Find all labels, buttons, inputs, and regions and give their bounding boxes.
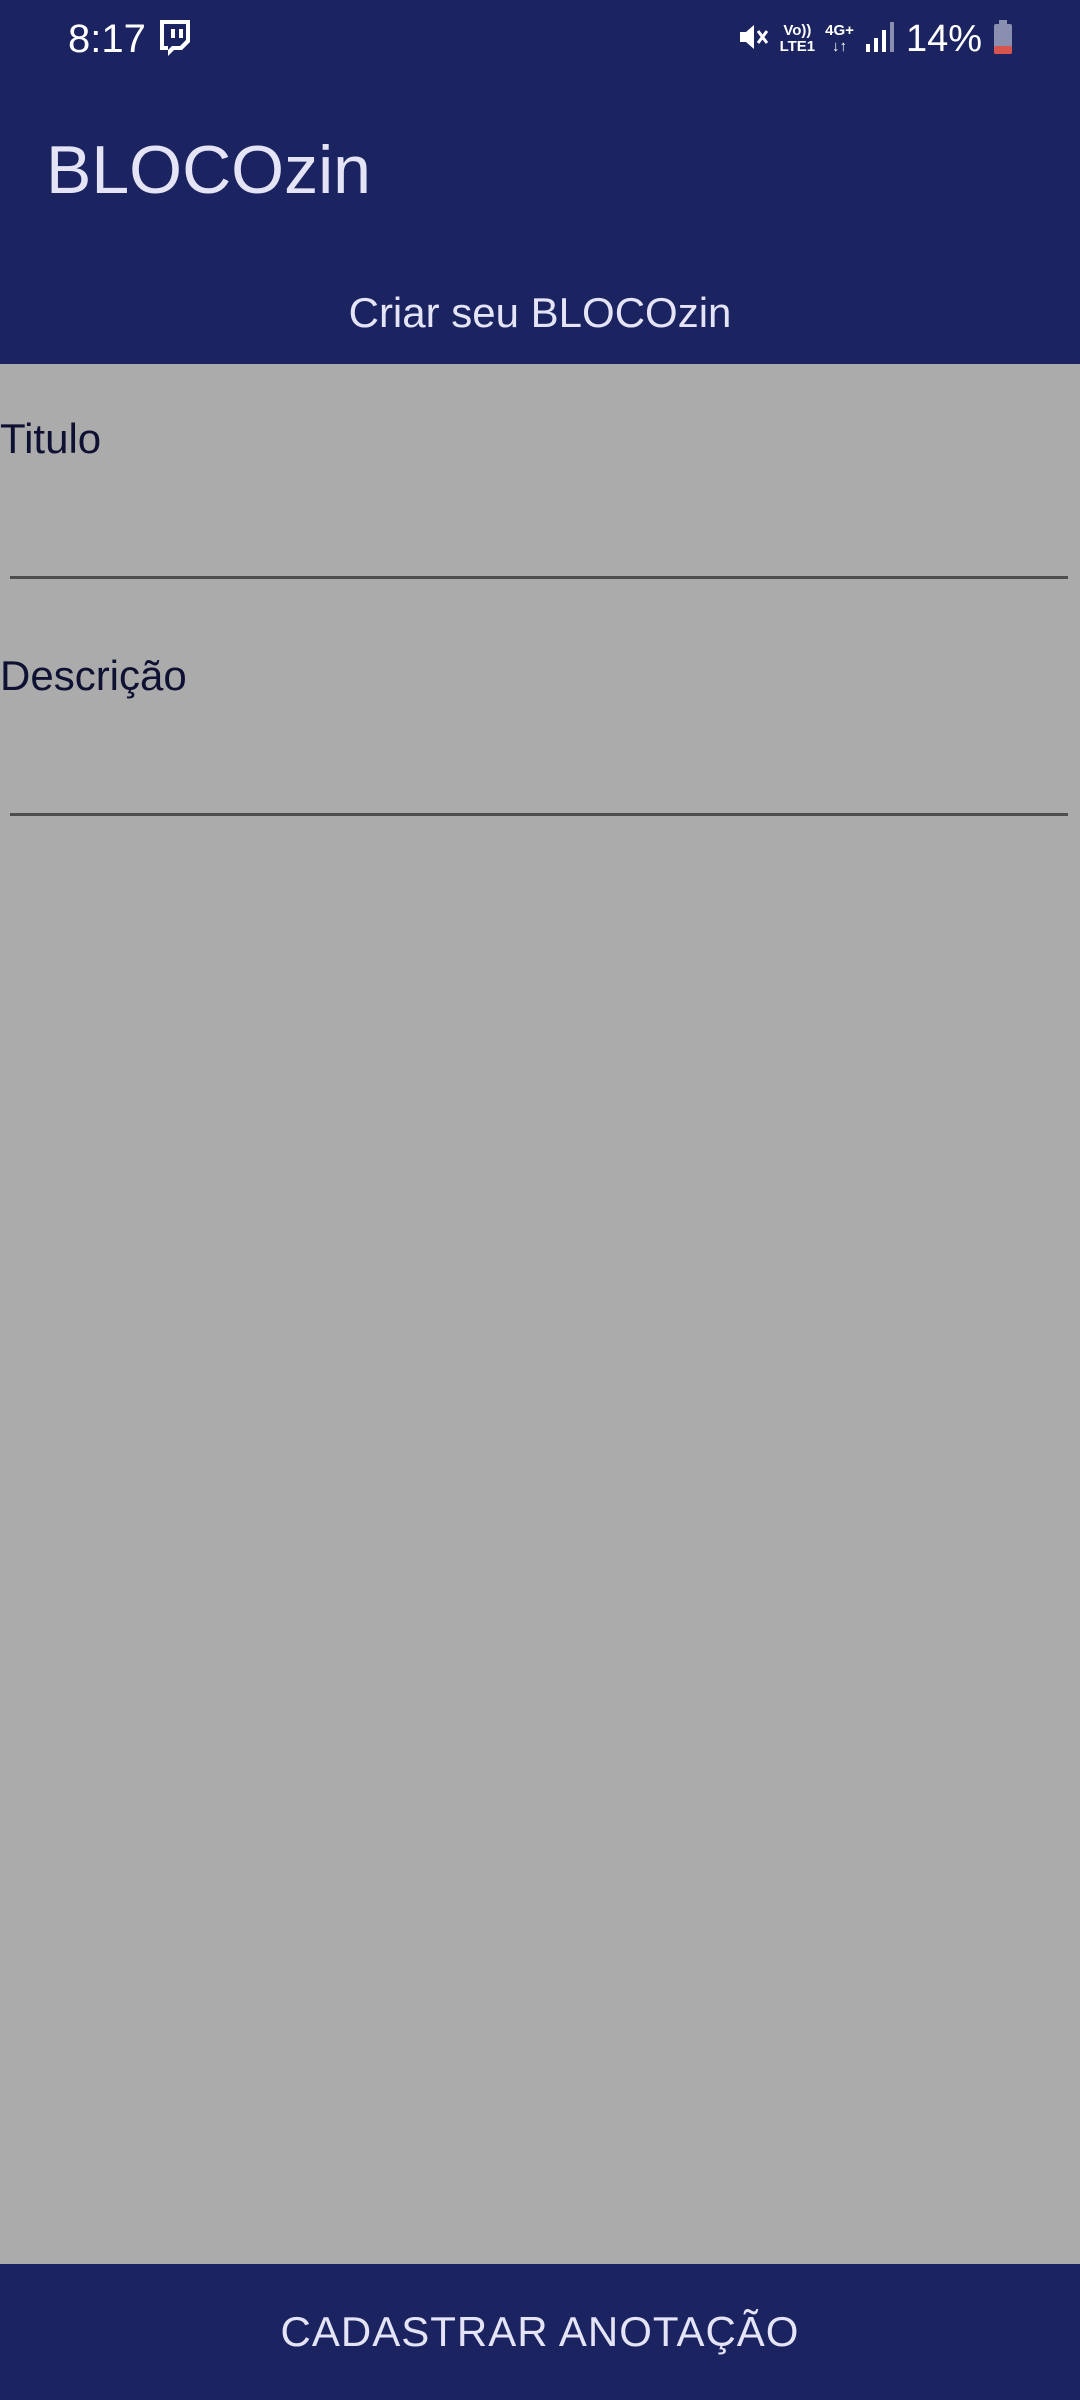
network-indicator: 4G+ ↓↑ [825, 23, 854, 55]
mute-icon [736, 20, 770, 59]
app-header: 8:17 Vo)) LTE1 4G+ ↓↑ 14% BLOCOzin Criar… [0, 0, 1080, 364]
status-icons: Vo)) LTE1 4G+ ↓↑ 14% [736, 14, 1014, 64]
title-input[interactable] [10, 509, 1068, 579]
battery-icon [992, 19, 1014, 60]
submit-note-button[interactable]: CADASTRAR ANOTAÇÃO [0, 2264, 1080, 2400]
volte-top-text: Vo)) [783, 22, 812, 39]
app-title: BLOCOzin [46, 132, 371, 208]
network-type-text: 4G+ [825, 22, 854, 39]
screen: 8:17 Vo)) LTE1 4G+ ↓↑ 14% BLOCOzin Criar… [0, 0, 1080, 2400]
description-input[interactable] [10, 746, 1068, 816]
signal-icon [864, 20, 896, 59]
battery-percent: 14% [905, 18, 982, 60]
status-time: 8:17 [68, 17, 146, 61]
data-activity-text: ↓↑ [832, 38, 848, 55]
status-bar: 8:17 Vo)) LTE1 4G+ ↓↑ 14% [0, 0, 1080, 78]
description-label: Descrição [0, 652, 187, 699]
page-subtitle: Criar seu BLOCOzin [348, 289, 732, 336]
title-label: Titulo [0, 415, 102, 462]
volte-indicator: Vo)) LTE1 [780, 23, 816, 55]
volte-bottom-text: LTE1 [779, 38, 816, 55]
twitch-icon [156, 18, 192, 58]
